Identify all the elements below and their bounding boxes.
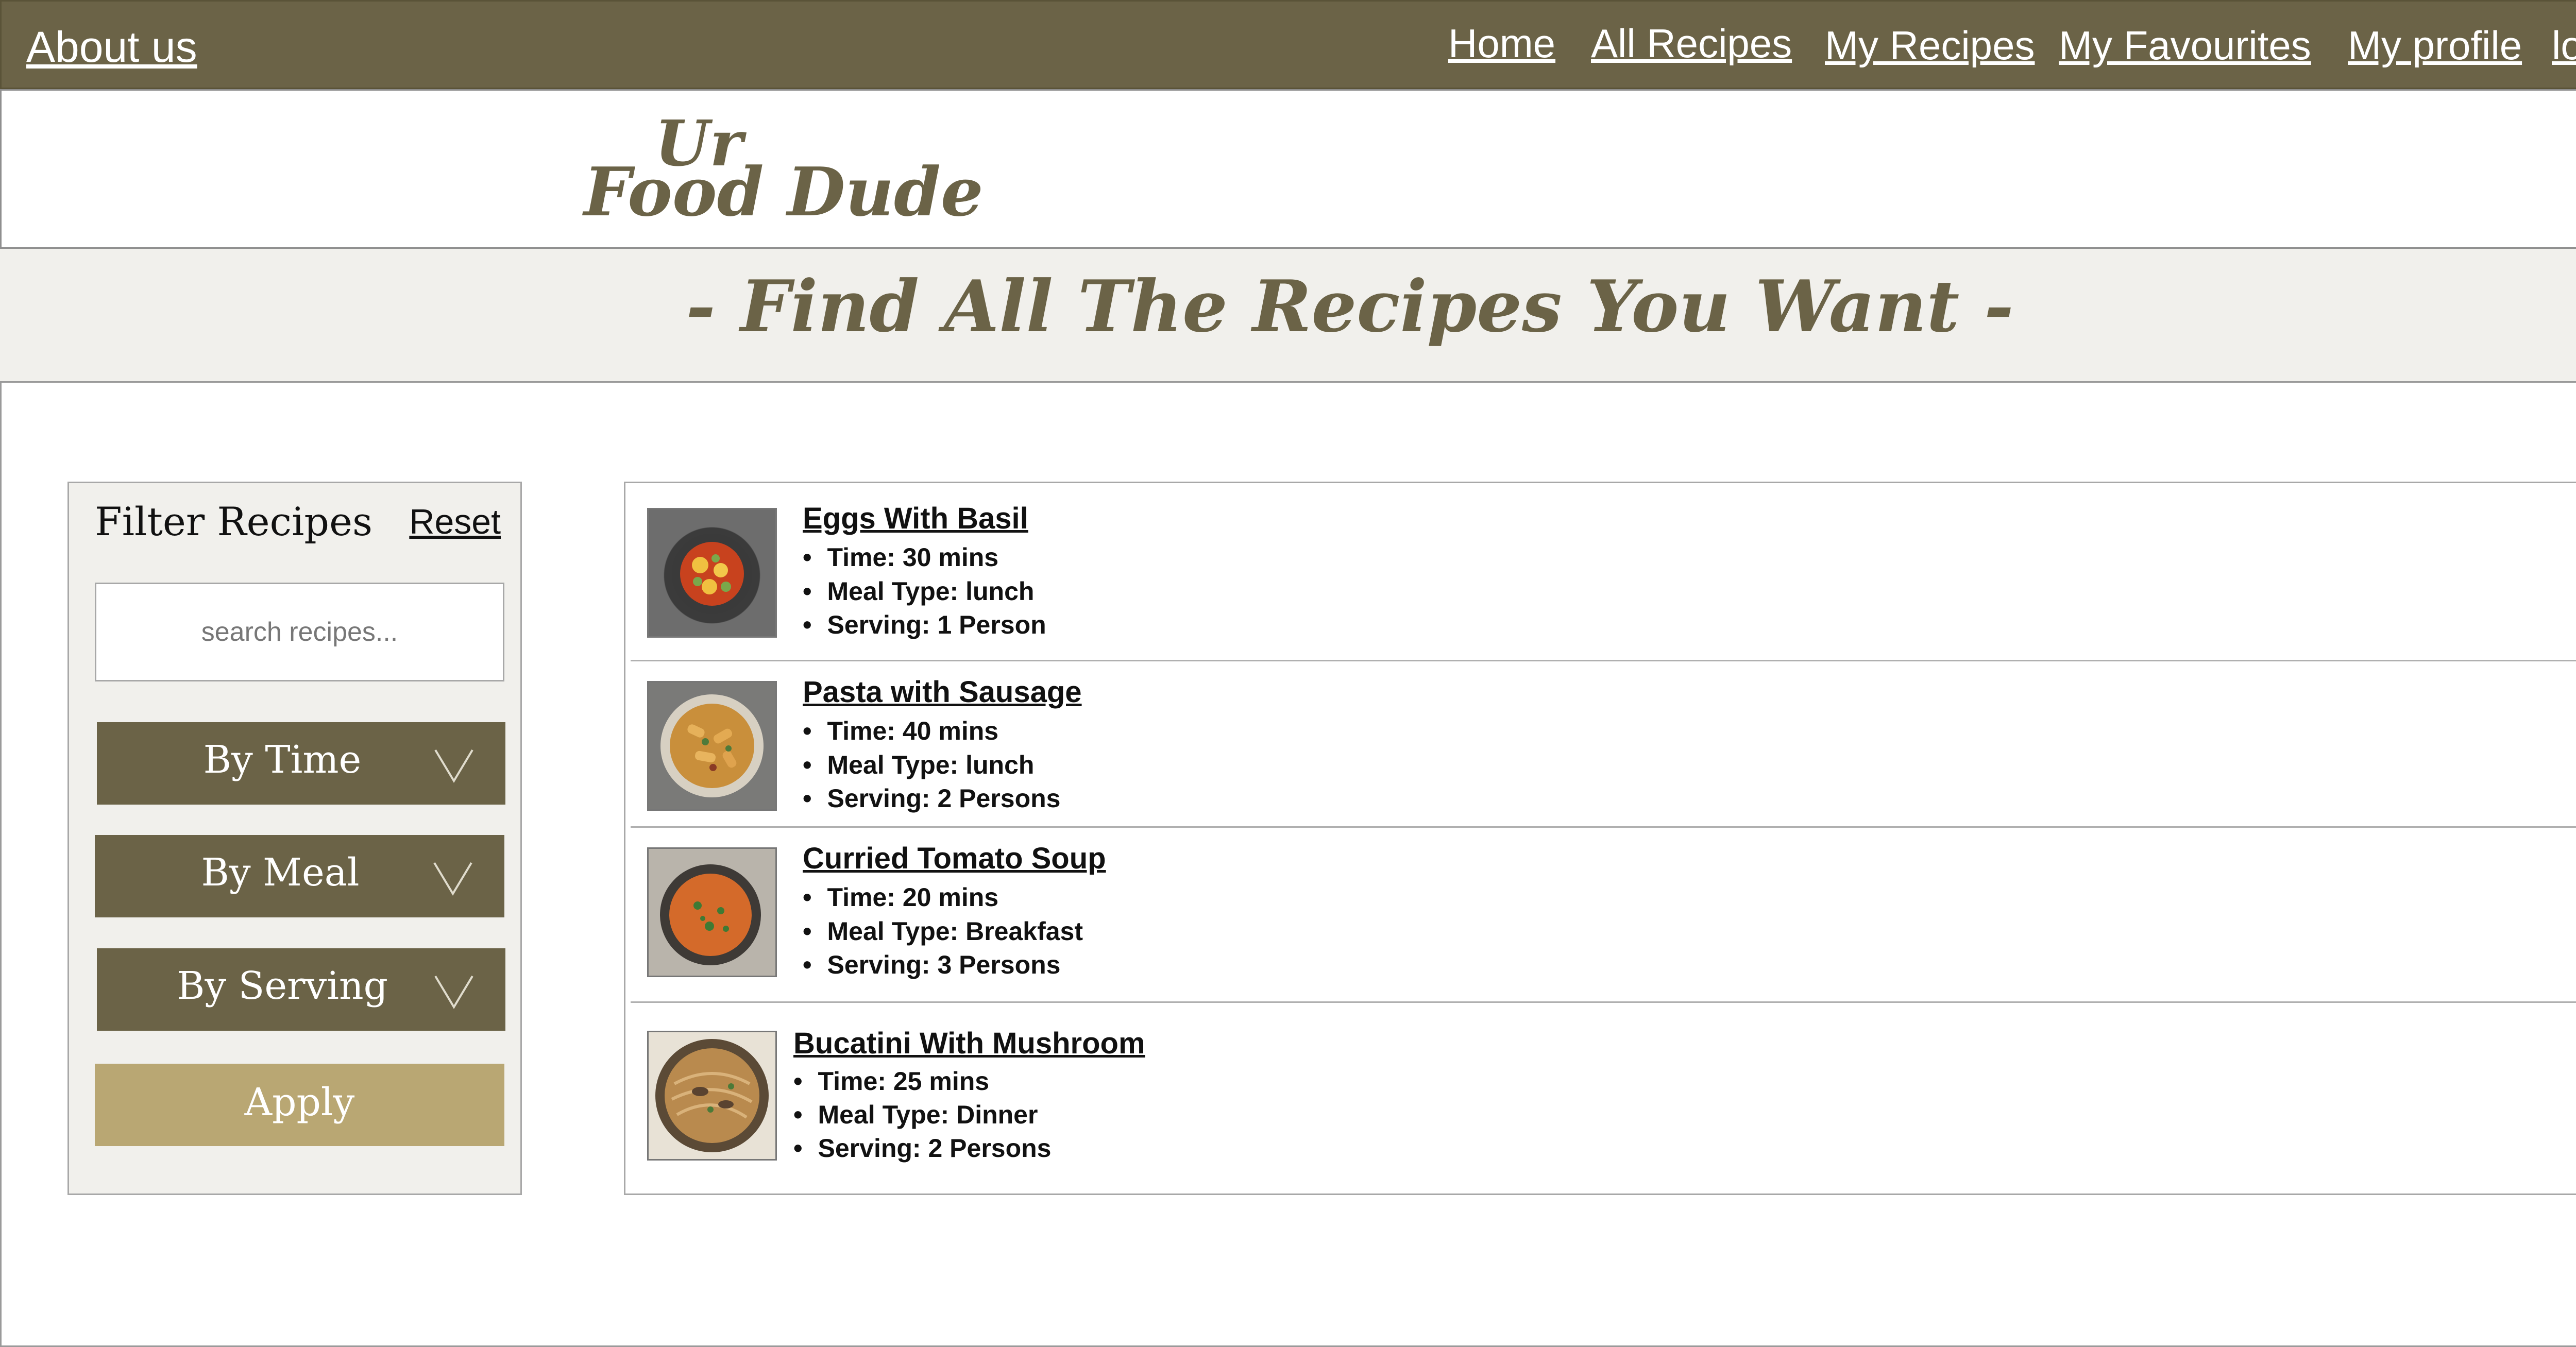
apply-filters-button[interactable]: Apply (95, 1064, 504, 1146)
bucatini-mushroom-image[interactable] (647, 1031, 777, 1161)
recipe-serving: • Serving: 1 Person (803, 610, 1046, 639)
recipe-serving: • Serving: 3 Persons (803, 950, 1061, 979)
by-serving-label: By Serving (176, 964, 388, 1008)
filter-title: Filter Recipes (95, 499, 373, 544)
nav-my-profile[interactable]: My profile (2348, 22, 2522, 69)
nav-home[interactable]: Home (1448, 20, 1555, 67)
egg-curry-dish-image[interactable] (647, 508, 777, 638)
recipe-item: Bucatini With Mushroom • Time: 25 mins • M… (625, 1003, 2576, 1193)
logo-band: Ur Food Dude (0, 89, 2576, 249)
recipe-list: Eggs With Basil • Time: 30 mins • Meal Typ… (624, 482, 2576, 1195)
nav-log-out[interactable]: log out (2552, 22, 2576, 69)
chevron-down-icon (433, 862, 472, 896)
search-input[interactable] (95, 583, 504, 681)
recipe-title-link[interactable]: Pasta with Sausage (803, 675, 1082, 709)
logo-line-2: Food Dude (584, 152, 984, 231)
filter-by-time-dropdown[interactable]: By Time (97, 722, 505, 805)
reset-link[interactable]: Reset (409, 502, 501, 542)
by-meal-label: By Meal (201, 850, 360, 895)
recipe-meal-type: • Meal Type: lunch (803, 751, 1035, 779)
recipe-time: • Time: 25 mins (793, 1067, 990, 1096)
nav-my-recipes[interactable]: My Recipes (1825, 22, 2035, 69)
recipe-title-link[interactable]: Bucatini With Mushroom (793, 1026, 1145, 1061)
chevron-down-icon (434, 749, 473, 783)
nav-about-us[interactable]: About us (26, 22, 197, 72)
filter-by-meal-dropdown[interactable]: By Meal (95, 835, 504, 917)
recipe-title-link[interactable]: Eggs With Basil (803, 501, 1028, 536)
recipe-item: Eggs With Basil • Time: 30 mins • Meal Typ… (625, 483, 2576, 661)
tomato-soup-image[interactable] (647, 847, 777, 977)
rigatoni-pasta-image[interactable] (647, 681, 777, 811)
recipe-meal-type: • Meal Type: lunch (803, 577, 1035, 606)
by-time-label: By Time (203, 738, 362, 782)
top-navbar: About us Home All Recipes My Recipes My … (0, 0, 2576, 89)
recipe-time: • Time: 30 mins (803, 543, 999, 572)
page-tagline: - Find All The Recipes You Want - (686, 264, 2014, 348)
recipe-serving: • Serving: 2 Persons (803, 784, 1061, 813)
recipe-meal-type: • Meal Type: Dinner (793, 1100, 1038, 1129)
filter-by-serving-dropdown[interactable]: By Serving (97, 948, 505, 1031)
nav-all-recipes[interactable]: All Recipes (1591, 20, 1792, 67)
nav-my-favourites[interactable]: My Favourites (2059, 22, 2311, 69)
recipe-item: Pasta with Sausage • Time: 40 mins • Meal … (625, 661, 2576, 828)
filter-panel: Filter Recipes Reset By Time By Meal By … (67, 482, 522, 1195)
recipe-time: • Time: 20 mins (803, 883, 999, 912)
recipe-title-link[interactable]: Curried Tomato Soup (803, 841, 1106, 876)
recipe-time: • Time: 40 mins (803, 717, 999, 745)
tagline-band: - Find All The Recipes You Want - (0, 249, 2576, 383)
recipe-meal-type: • Meal Type: Breakfast (803, 917, 1083, 946)
chevron-down-icon (434, 975, 473, 1009)
recipe-item: Curried Tomato Soup • Time: 20 mins • Meal… (625, 828, 2576, 1003)
recipe-serving: • Serving: 2 Persons (793, 1134, 1052, 1163)
